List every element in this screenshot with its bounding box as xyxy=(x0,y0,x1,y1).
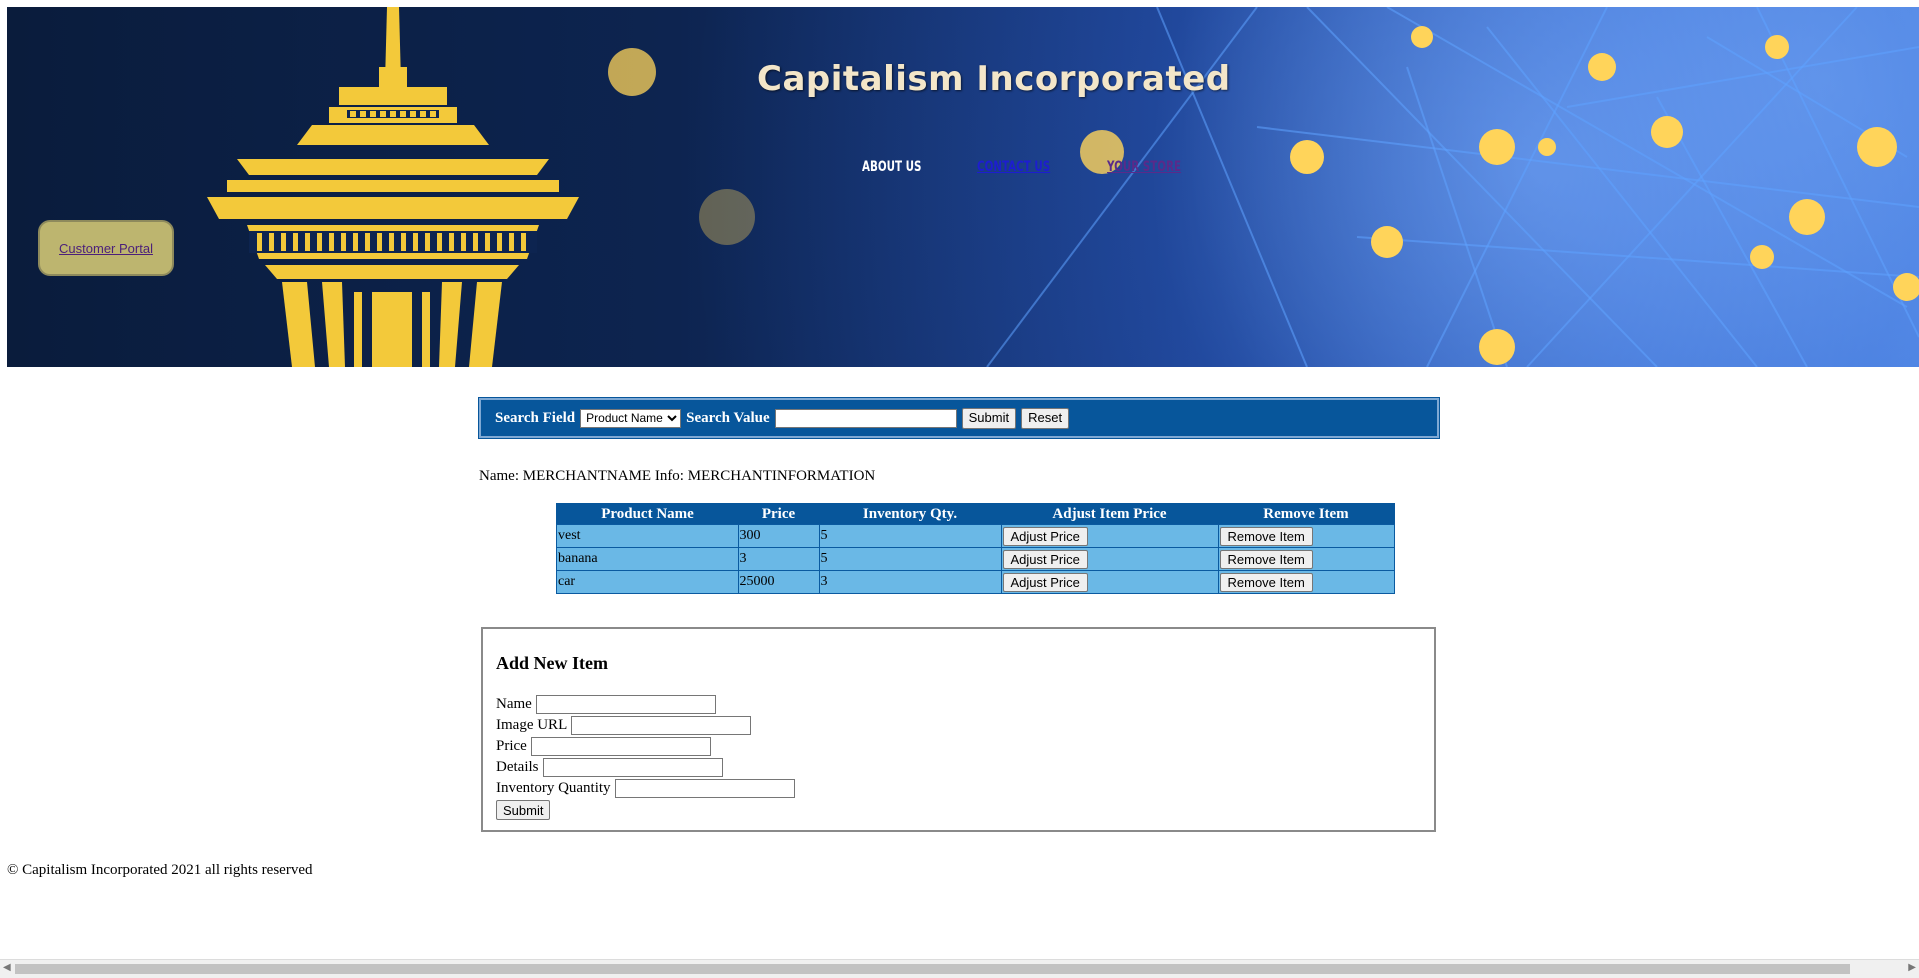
search-value-label: Search Value xyxy=(686,409,770,426)
details-label: Details xyxy=(496,759,539,775)
cell-remove: Remove Item xyxy=(1217,570,1395,594)
form-row-inventory-quantity: Inventory Quantity xyxy=(496,778,1434,799)
cell-inventory-qty: 5 xyxy=(818,524,1002,548)
cell-product-name: banana xyxy=(556,547,739,571)
header-banner: Capitalism Incorporated ABOUT US CONTACT… xyxy=(7,7,1919,367)
adjust-price-button[interactable]: Adjust Price xyxy=(1002,526,1088,546)
search-submit-button[interactable]: Submit xyxy=(961,407,1017,429)
add-item-heading: Add New Item xyxy=(496,653,608,673)
form-row-image-url: Image URL xyxy=(496,715,1434,736)
cell-inventory-qty: 5 xyxy=(818,547,1002,571)
search-value-input[interactable] xyxy=(774,408,957,428)
name-input[interactable] xyxy=(535,695,716,714)
cell-adjust: Adjust Price xyxy=(1000,524,1219,548)
remove-item-button[interactable]: Remove Item xyxy=(1219,526,1313,546)
form-row-price: Price xyxy=(496,736,1434,757)
table-row: vest 300 5 Adjust Price Remove Item xyxy=(556,524,1395,548)
remove-item-button[interactable]: Remove Item xyxy=(1219,572,1313,592)
col-adjust-price: Adjust Item Price xyxy=(1001,503,1218,525)
nav-about-us[interactable]: ABOUT US xyxy=(862,159,922,175)
remove-item-button[interactable]: Remove Item xyxy=(1219,549,1313,569)
col-inventory-qty: Inventory Qty. xyxy=(819,503,1001,525)
horizontal-scrollbar[interactable]: ◀ ▶ xyxy=(0,959,1919,978)
space-needle-logo xyxy=(207,7,579,367)
merchant-info: Name: MERCHANTNAME Info: MERCHANTINFORMA… xyxy=(479,468,876,484)
cell-price: 25000 xyxy=(737,570,820,594)
cell-remove: Remove Item xyxy=(1217,547,1395,571)
cell-price: 3 xyxy=(737,547,820,571)
form-row-name: Name xyxy=(496,694,1434,715)
brand-title: Capitalism Incorporated xyxy=(757,59,1231,99)
search-field-label: Search Field xyxy=(495,409,576,426)
nav-contact-us[interactable]: CONTACT US xyxy=(977,159,1050,175)
form-row-details: Details xyxy=(496,757,1434,778)
details-input[interactable] xyxy=(542,758,723,777)
items-table: Product Name Price Inventory Qty. Adjust… xyxy=(556,503,1395,594)
scroll-left-arrow-icon[interactable]: ◀ xyxy=(3,962,11,973)
inventory-quantity-input[interactable] xyxy=(614,779,795,798)
footer-copyright: © Capitalism Incorporated 2021 all right… xyxy=(7,862,313,878)
cell-remove: Remove Item xyxy=(1217,524,1395,548)
image-url-label: Image URL xyxy=(496,717,568,733)
nav-your-store[interactable]: YOUR STORE xyxy=(1107,159,1181,175)
col-remove-item: Remove Item xyxy=(1218,503,1395,525)
cell-product-name: vest xyxy=(556,524,739,548)
add-item-form: Add New Item Name Image URL Price Detail… xyxy=(481,627,1436,832)
search-reset-button[interactable]: Reset xyxy=(1021,407,1070,429)
col-price: Price xyxy=(738,503,819,525)
cell-inventory-qty: 3 xyxy=(818,570,1002,594)
add-item-submit-button[interactable]: Submit xyxy=(496,800,551,820)
scroll-right-arrow-icon[interactable]: ▶ xyxy=(1908,962,1916,973)
name-label: Name xyxy=(496,696,532,712)
search-bar: Search Field Product Name Search Value S… xyxy=(478,397,1440,439)
price-label: Price xyxy=(496,738,527,754)
adjust-price-button[interactable]: Adjust Price xyxy=(1002,549,1088,569)
cell-price: 300 xyxy=(737,524,820,548)
scrollbar-thumb[interactable] xyxy=(15,964,1850,974)
cell-adjust: Adjust Price xyxy=(1000,547,1219,571)
image-url-input[interactable] xyxy=(571,716,752,735)
adjust-price-button[interactable]: Adjust Price xyxy=(1002,572,1088,592)
table-header-row: Product Name Price Inventory Qty. Adjust… xyxy=(556,503,1395,525)
table-row: banana 3 5 Adjust Price Remove Item xyxy=(556,547,1395,571)
col-product-name: Product Name xyxy=(556,503,738,525)
customer-portal-button[interactable]: Customer Portal xyxy=(38,220,174,276)
table-row: car 25000 3 Adjust Price Remove Item xyxy=(556,570,1395,594)
price-input[interactable] xyxy=(530,737,711,756)
cell-product-name: car xyxy=(556,570,739,594)
cell-adjust: Adjust Price xyxy=(1000,570,1219,594)
search-field-select[interactable]: Product Name xyxy=(580,408,682,428)
inventory-quantity-label: Inventory Quantity xyxy=(496,780,611,796)
